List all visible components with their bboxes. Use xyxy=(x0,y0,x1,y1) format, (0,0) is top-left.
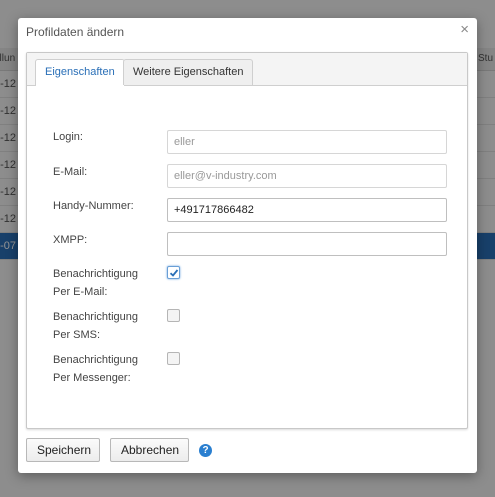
notify-messenger-label-line2: Per Messenger: xyxy=(53,372,131,384)
xmpp-label: XMPP: xyxy=(53,234,88,246)
login-field[interactable] xyxy=(167,130,447,154)
tab-panel: Eigenschaften Weitere Eigenschaften Logi… xyxy=(26,52,468,429)
notify-email-label: Benachrichtigung Per E-Mail: xyxy=(53,265,138,301)
checkmark-icon xyxy=(169,269,179,277)
notify-email-checkbox[interactable] xyxy=(167,266,180,279)
mobile-label: Handy-Nummer: xyxy=(53,200,134,212)
notify-sms-label-line2: Per SMS: xyxy=(53,329,101,341)
notify-sms-label-line1: Benachrichtigung xyxy=(53,311,139,323)
notify-messenger-checkbox[interactable] xyxy=(167,352,180,365)
tab-eigenschaften[interactable]: Eigenschaften xyxy=(35,59,125,86)
dialog-title: Profildaten ändern xyxy=(26,25,125,39)
notify-sms-checkbox[interactable] xyxy=(167,309,180,322)
notify-sms-label: Benachrichtigung Per SMS: xyxy=(53,308,138,344)
xmpp-field[interactable] xyxy=(167,232,447,256)
notify-email-label-line1: Benachrichtigung xyxy=(53,268,139,280)
notify-messenger-label-line1: Benachrichtigung xyxy=(53,354,139,366)
email-label: E-Mail: xyxy=(53,166,88,178)
close-icon[interactable]: × xyxy=(460,22,469,38)
help-icon[interactable]: ? xyxy=(199,444,212,457)
tab-bar: Eigenschaften Weitere Eigenschaften xyxy=(27,53,467,86)
login-label: Login: xyxy=(53,131,83,143)
mobile-number-field[interactable] xyxy=(167,198,447,222)
save-button[interactable]: Speichern xyxy=(26,438,100,462)
notify-messenger-label: Benachrichtigung Per Messenger: xyxy=(53,351,138,387)
email-field[interactable] xyxy=(167,164,447,188)
profile-edit-dialog: Profildaten ändern × Eigenschaften Weite… xyxy=(18,18,477,473)
notify-email-label-line2: Per E-Mail: xyxy=(53,286,108,298)
cancel-button[interactable]: Abbrechen xyxy=(110,438,189,462)
tab-weitere-eigenschaften[interactable]: Weitere Eigenschaften xyxy=(123,59,254,85)
